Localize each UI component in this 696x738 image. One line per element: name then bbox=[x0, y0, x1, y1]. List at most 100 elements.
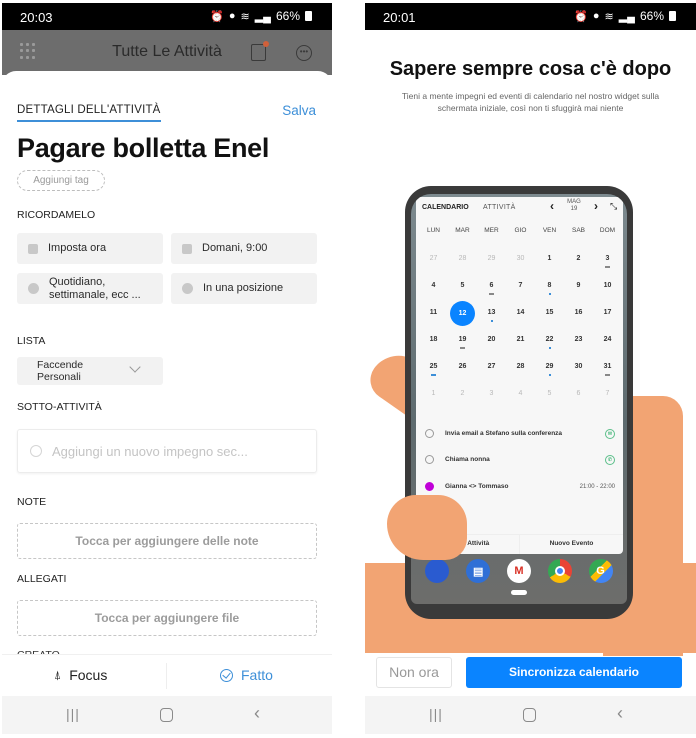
event-color-dot bbox=[425, 482, 434, 491]
bottom-action-bar: ⍋ Focus Fatto bbox=[2, 654, 332, 696]
calendar-day: 8 bbox=[535, 276, 564, 303]
calendar-day: 2 bbox=[564, 249, 593, 276]
tomorrow-button[interactable]: Domani, 9:00 bbox=[171, 233, 317, 264]
not-now-button[interactable]: Non ora bbox=[376, 657, 452, 688]
back-button[interactable]: ‹ bbox=[254, 703, 260, 724]
calendar-day: 28 bbox=[448, 249, 477, 276]
day-number: 8 bbox=[547, 282, 552, 289]
calendar-day: 7 bbox=[506, 276, 535, 303]
calendar-day: 6 bbox=[564, 384, 593, 411]
chevron-down-icon bbox=[129, 361, 141, 373]
home-button[interactable] bbox=[523, 708, 536, 722]
location-icon: ● bbox=[592, 10, 600, 22]
battery-icon bbox=[305, 11, 312, 21]
status-icons: ⏰ ● ≋ ▂▄ 66% bbox=[574, 9, 676, 23]
weekday-label: DOM bbox=[599, 227, 616, 234]
day-number: 23 bbox=[574, 336, 583, 343]
calendar-week-row: 1 2 3 4 5 6 7 bbox=[419, 384, 622, 411]
recents-button[interactable]: ||| bbox=[429, 706, 443, 722]
set-time-button[interactable]: Imposta ora bbox=[17, 233, 163, 264]
calendar-week-row: 11 12 13 14 15 16 17 bbox=[419, 301, 622, 330]
calendar-day: 30 bbox=[506, 249, 535, 276]
calendar-day: 4 bbox=[419, 276, 448, 303]
calendar-day: 19 bbox=[448, 330, 477, 357]
more-options-icon[interactable]: ••• bbox=[296, 45, 312, 61]
task-details-sheet: DETTAGLI DELL'ATTIVITÀ Salva Pagare boll… bbox=[2, 71, 332, 696]
maps-icon: G bbox=[588, 559, 613, 583]
tab-task-details[interactable]: DETTAGLI DELL'ATTIVITÀ bbox=[17, 104, 161, 122]
event-label: Gianna <> Tommaso bbox=[445, 483, 509, 490]
subtask-input[interactable]: Aggiungi un nuovo impegno sec... bbox=[17, 429, 317, 473]
day-number: 25 bbox=[429, 363, 438, 370]
day-number: 21 bbox=[516, 336, 525, 343]
calendar-day: 31 bbox=[593, 357, 622, 384]
repeat-button[interactable]: Quotidiano, settimanale, ecc ... bbox=[17, 273, 163, 304]
wifi-icon: ≋ bbox=[604, 10, 614, 23]
day-number: 29 bbox=[545, 363, 554, 370]
task-title[interactable]: Pagare bolletta Enel bbox=[17, 133, 269, 164]
calendar-day: 26 bbox=[448, 357, 477, 384]
event-marker bbox=[548, 374, 551, 376]
calendar-day: 9 bbox=[564, 276, 593, 303]
app-title: Tutte Le Attività bbox=[112, 43, 222, 60]
day-number: 10 bbox=[603, 282, 612, 289]
notes-field[interactable]: Tocca per aggiungere delle note bbox=[17, 523, 317, 559]
promo-subtitle: Tieni a mente impegni ed eventi di calen… bbox=[401, 91, 660, 113]
notification-icon[interactable] bbox=[251, 41, 269, 61]
day-number: 16 bbox=[574, 309, 583, 316]
app-header: Tutte Le Attività ••• bbox=[2, 30, 332, 75]
email-icon: ✉ bbox=[605, 428, 615, 439]
calendar-day: 27 bbox=[477, 357, 506, 384]
save-button[interactable]: Salva bbox=[282, 103, 316, 118]
day-number: 18 bbox=[429, 336, 438, 343]
subtask-placeholder: Aggiungi un nuovo impegno sec... bbox=[52, 443, 248, 459]
wifi-icon: ≋ bbox=[240, 10, 250, 23]
circle-icon bbox=[30, 445, 42, 457]
calendar-week-row: 18 19 20 21 22 23 24 bbox=[419, 330, 622, 357]
focus-button[interactable]: ⍋ Focus bbox=[54, 667, 107, 683]
done-button[interactable]: Fatto bbox=[220, 667, 273, 683]
calendar-day: 27 bbox=[419, 249, 448, 276]
day-number: 13 bbox=[487, 309, 496, 316]
system-nav-bar: ||| ‹ bbox=[2, 696, 332, 734]
location-button[interactable]: In una posizione bbox=[171, 273, 317, 304]
sync-calendar-button[interactable]: Sincronizza calendario bbox=[466, 657, 682, 688]
task-label: Chiama nonna bbox=[445, 456, 490, 463]
calendar-day: 30 bbox=[564, 357, 593, 384]
recents-button[interactable]: ||| bbox=[66, 706, 80, 722]
weekday-label: LUN bbox=[426, 227, 440, 234]
event-marker bbox=[460, 347, 465, 349]
event-marker bbox=[548, 293, 551, 295]
calendar-week-row: 27 28 29 30 1 2 3 bbox=[419, 249, 622, 276]
attachments-field[interactable]: Tocca per aggiungere file bbox=[17, 600, 317, 636]
calendar-day: 13 bbox=[477, 303, 506, 330]
widget-tab-tasks: ATTIVITÀ bbox=[483, 204, 516, 211]
home-button[interactable] bbox=[160, 708, 173, 722]
calendar-day: 14 bbox=[506, 303, 535, 330]
day-number: 4 bbox=[431, 282, 436, 289]
divider bbox=[166, 663, 167, 689]
widget-task: Chiama nonna ✆ bbox=[425, 454, 615, 465]
calendar-week-row: 4 5 6 7 8 9 10 bbox=[419, 276, 622, 303]
day-number: 28 bbox=[458, 255, 467, 262]
calendar-day: 20 bbox=[477, 330, 506, 357]
app-dock: ▤ M G bbox=[411, 559, 627, 585]
day-number: 17 bbox=[603, 309, 612, 316]
task-details-screen: 20:03 ⏰ ● ≋ ▂▄ 66% Tutte Le Attività •••… bbox=[2, 3, 332, 734]
calendar-grid: LUN MAR MER GIO VEN SAB DOM 27 28 29 30 1 2 3 4 5 6 7 8 9 1… bbox=[419, 227, 622, 411]
list-label: LISTA bbox=[17, 335, 46, 347]
list-value: Faccende Personali bbox=[37, 359, 84, 383]
day-number: 12 bbox=[450, 301, 475, 326]
weekday-label: VEN bbox=[542, 227, 557, 234]
calendar-icon bbox=[28, 243, 38, 254]
day-number: 5 bbox=[460, 282, 465, 289]
back-button[interactable]: ‹ bbox=[617, 703, 623, 724]
widget-event: Gianna <> Tommaso 21:00 - 22:00 bbox=[425, 482, 615, 491]
month-label: MAG bbox=[567, 199, 581, 205]
battery-icon bbox=[669, 11, 676, 21]
signal-icon: ▂▄ bbox=[254, 10, 271, 23]
focus-label: Focus bbox=[69, 667, 108, 683]
status-time: 20:01 bbox=[383, 10, 416, 25]
list-select[interactable]: Faccende Personali bbox=[17, 357, 163, 385]
add-tag-button[interactable]: Aggiungi tag bbox=[17, 170, 105, 191]
